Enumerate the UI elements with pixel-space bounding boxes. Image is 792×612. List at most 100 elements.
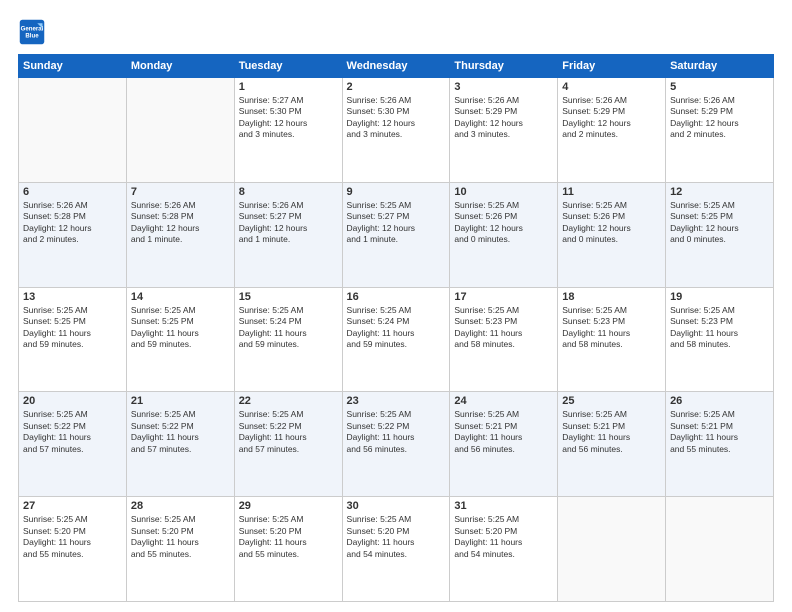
day-number: 12 [670, 186, 769, 198]
day-info: Sunrise: 5:25 AM Sunset: 5:26 PM Dayligh… [562, 200, 661, 246]
calendar-cell: 6 Sunrise: 5:26 AM Sunset: 5:28 PM Daylig… [19, 182, 127, 287]
day-number: 22 [239, 395, 338, 407]
weekday-header: Saturday [666, 55, 774, 78]
day-info: Sunrise: 5:25 AM Sunset: 5:22 PM Dayligh… [347, 409, 446, 455]
day-info: Sunrise: 5:26 AM Sunset: 5:29 PM Dayligh… [454, 95, 553, 141]
day-info: Sunrise: 5:25 AM Sunset: 5:25 PM Dayligh… [131, 305, 230, 351]
page: General Blue SundayMondayTuesdayWednesda… [0, 0, 792, 612]
calendar-cell: 8 Sunrise: 5:26 AM Sunset: 5:27 PM Daylig… [234, 182, 342, 287]
calendar-cell: 4 Sunrise: 5:26 AM Sunset: 5:29 PM Daylig… [558, 78, 666, 183]
calendar-cell [19, 78, 127, 183]
day-info: Sunrise: 5:26 AM Sunset: 5:28 PM Dayligh… [23, 200, 122, 246]
day-number: 23 [347, 395, 446, 407]
header: General Blue [18, 18, 774, 46]
day-number: 7 [131, 186, 230, 198]
day-number: 31 [454, 500, 553, 512]
day-number: 13 [23, 291, 122, 303]
calendar-week-row: 6 Sunrise: 5:26 AM Sunset: 5:28 PM Daylig… [19, 182, 774, 287]
day-number: 6 [23, 186, 122, 198]
day-number: 19 [670, 291, 769, 303]
day-number: 24 [454, 395, 553, 407]
calendar-cell: 24 Sunrise: 5:25 AM Sunset: 5:21 PM Dayli… [450, 392, 558, 497]
day-number: 11 [562, 186, 661, 198]
calendar-cell: 1 Sunrise: 5:27 AM Sunset: 5:30 PM Daylig… [234, 78, 342, 183]
day-number: 27 [23, 500, 122, 512]
calendar-cell: 19 Sunrise: 5:25 AM Sunset: 5:23 PM Dayli… [666, 287, 774, 392]
calendar-cell: 17 Sunrise: 5:25 AM Sunset: 5:23 PM Dayli… [450, 287, 558, 392]
weekday-header: Thursday [450, 55, 558, 78]
calendar-cell: 30 Sunrise: 5:25 AM Sunset: 5:20 PM Dayli… [342, 497, 450, 602]
calendar-table: SundayMondayTuesdayWednesdayThursdayFrid… [18, 54, 774, 602]
weekday-header: Wednesday [342, 55, 450, 78]
calendar-cell: 10 Sunrise: 5:25 AM Sunset: 5:26 PM Dayli… [450, 182, 558, 287]
day-info: Sunrise: 5:27 AM Sunset: 5:30 PM Dayligh… [239, 95, 338, 141]
calendar-cell: 11 Sunrise: 5:25 AM Sunset: 5:26 PM Dayli… [558, 182, 666, 287]
day-number: 2 [347, 81, 446, 93]
day-number: 30 [347, 500, 446, 512]
calendar-cell: 12Sunrise: 5:25 AM Sunset: 5:25 PM Dayli… [666, 182, 774, 287]
day-info: Sunrise: 5:25 AM Sunset: 5:26 PM Dayligh… [454, 200, 553, 246]
day-info: Sunrise: 5:26 AM Sunset: 5:28 PM Dayligh… [131, 200, 230, 246]
day-number: 28 [131, 500, 230, 512]
day-info: Sunrise: 5:25 AM Sunset: 5:23 PM Dayligh… [670, 305, 769, 351]
day-number: 20 [23, 395, 122, 407]
day-number: 21 [131, 395, 230, 407]
day-number: 9 [347, 186, 446, 198]
day-info: Sunrise: 5:25 AM Sunset: 5:24 PM Dayligh… [347, 305, 446, 351]
day-number: 10 [454, 186, 553, 198]
calendar-cell: 18Sunrise: 5:25 AM Sunset: 5:23 PM Dayli… [558, 287, 666, 392]
calendar-header-row: SundayMondayTuesdayWednesdayThursdayFrid… [19, 55, 774, 78]
day-number: 16 [347, 291, 446, 303]
svg-text:General: General [21, 25, 44, 32]
logo: General Blue [18, 18, 50, 46]
day-info: Sunrise: 5:25 AM Sunset: 5:21 PM Dayligh… [670, 409, 769, 455]
day-number: 3 [454, 81, 553, 93]
calendar-cell [558, 497, 666, 602]
svg-text:Blue: Blue [25, 32, 39, 39]
day-info: Sunrise: 5:25 AM Sunset: 5:21 PM Dayligh… [562, 409, 661, 455]
day-number: 14 [131, 291, 230, 303]
calendar-cell: 16 Sunrise: 5:25 AM Sunset: 5:24 PM Dayli… [342, 287, 450, 392]
calendar-cell: 21 Sunrise: 5:25 AM Sunset: 5:22 PM Dayli… [126, 392, 234, 497]
day-info: Sunrise: 5:26 AM Sunset: 5:29 PM Dayligh… [562, 95, 661, 141]
day-info: Sunrise: 5:25 AM Sunset: 5:27 PM Dayligh… [347, 200, 446, 246]
calendar-cell [126, 78, 234, 183]
day-info: Sunrise: 5:25 AM Sunset: 5:20 PM Dayligh… [347, 514, 446, 560]
day-info: Sunrise: 5:25 AM Sunset: 5:20 PM Dayligh… [239, 514, 338, 560]
calendar-cell: 5 Sunrise: 5:26 AM Sunset: 5:29 PM Daylig… [666, 78, 774, 183]
calendar-cell: 31Sunrise: 5:25 AM Sunset: 5:20 PM Dayli… [450, 497, 558, 602]
day-number: 4 [562, 81, 661, 93]
day-info: Sunrise: 5:25 AM Sunset: 5:23 PM Dayligh… [562, 305, 661, 351]
calendar-week-row: 13 Sunrise: 5:25 AM Sunset: 5:25 PM Dayli… [19, 287, 774, 392]
day-number: 29 [239, 500, 338, 512]
calendar-cell: 23 Sunrise: 5:25 AM Sunset: 5:22 PM Dayli… [342, 392, 450, 497]
calendar-cell: 9 Sunrise: 5:25 AM Sunset: 5:27 PM Daylig… [342, 182, 450, 287]
calendar-cell: 7 Sunrise: 5:26 AM Sunset: 5:28 PM Daylig… [126, 182, 234, 287]
calendar-cell: 14 Sunrise: 5:25 AM Sunset: 5:25 PM Dayli… [126, 287, 234, 392]
day-info: Sunrise: 5:25 AM Sunset: 5:20 PM Dayligh… [23, 514, 122, 560]
calendar-cell: 26 Sunrise: 5:25 AM Sunset: 5:21 PM Dayli… [666, 392, 774, 497]
day-number: 15 [239, 291, 338, 303]
weekday-header: Monday [126, 55, 234, 78]
day-number: 26 [670, 395, 769, 407]
day-number: 8 [239, 186, 338, 198]
calendar-cell: 20 Sunrise: 5:25 AM Sunset: 5:22 PM Dayli… [19, 392, 127, 497]
logo-icon: General Blue [18, 18, 46, 46]
calendar-cell: 28 Sunrise: 5:25 AM Sunset: 5:20 PM Dayli… [126, 497, 234, 602]
day-info: Sunrise: 5:25 AM Sunset: 5:24 PM Dayligh… [239, 305, 338, 351]
day-info: Sunrise: 5:25 AM Sunset: 5:25 PM Dayligh… [23, 305, 122, 351]
calendar-week-row: 27 Sunrise: 5:25 AM Sunset: 5:20 PM Dayli… [19, 497, 774, 602]
weekday-header: Tuesday [234, 55, 342, 78]
day-info: Sunrise: 5:25 AM Sunset: 5:22 PM Dayligh… [23, 409, 122, 455]
day-info: Sunrise: 5:26 AM Sunset: 5:29 PM Dayligh… [670, 95, 769, 141]
day-info: Sunrise: 5:25 AM Sunset: 5:22 PM Dayligh… [131, 409, 230, 455]
day-info: Sunrise: 5:26 AM Sunset: 5:27 PM Dayligh… [239, 200, 338, 246]
day-number: 1 [239, 81, 338, 93]
day-number: 5 [670, 81, 769, 93]
day-info: Sunrise: 5:25 AM Sunset: 5:23 PM Dayligh… [454, 305, 553, 351]
day-info: Sunrise: 5:25 AM Sunset: 5:21 PM Dayligh… [454, 409, 553, 455]
calendar-cell: 27 Sunrise: 5:25 AM Sunset: 5:20 PM Dayli… [19, 497, 127, 602]
day-number: 17 [454, 291, 553, 303]
day-info: Sunrise: 5:25 AM Sunset: 5:20 PM Dayligh… [131, 514, 230, 560]
calendar-cell: 22Sunrise: 5:25 AM Sunset: 5:22 PM Dayli… [234, 392, 342, 497]
